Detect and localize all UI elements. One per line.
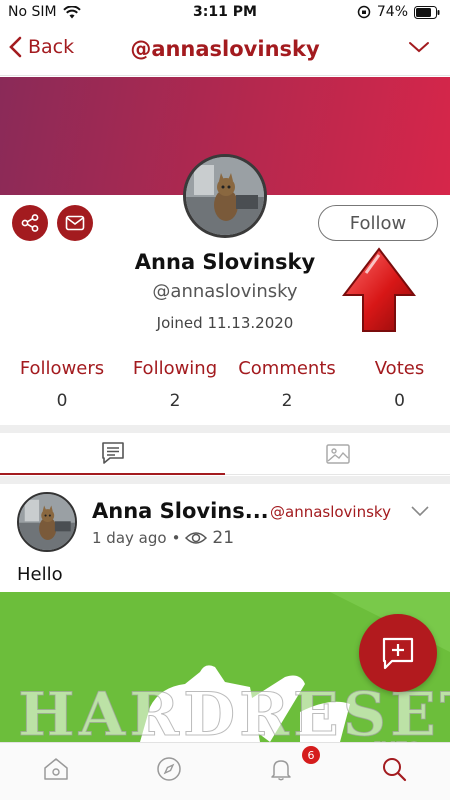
post-avatar[interactable] [17,492,77,552]
profile-stats: Followers 0 Following 2 Comments 2 Votes… [0,358,450,428]
tab-notifications[interactable] [263,751,299,787]
stat-label: Followers [19,358,105,379]
stat-value: 0 [56,391,68,411]
bell-icon [271,760,291,781]
stat-value: 2 [169,391,181,411]
meta-separator: • [171,529,181,547]
status-right: 74% [357,4,440,20]
content-tabs [0,433,450,475]
cat-photo [186,157,264,235]
stat-value: 2 [281,391,293,411]
chevron-down-icon[interactable] [410,505,430,517]
share-button[interactable] [12,205,48,241]
post-author-name[interactable]: Anna Slovins... [92,499,269,523]
tab-home[interactable] [38,751,74,787]
posts-icon [101,442,124,464]
orientation-lock-icon [357,5,371,19]
tab-explore[interactable] [151,751,187,787]
share-icon [21,214,39,232]
battery-percent: 74% [376,4,408,20]
tab-media[interactable] [225,433,450,475]
stat-label: Votes [374,358,425,379]
bottom-tab-bar [0,742,450,800]
new-post-icon [382,637,414,670]
stat-followers[interactable]: Followers 0 [14,358,110,411]
joined-date: Joined 11.13.2020 [156,314,294,332]
tab-search[interactable] [376,751,412,787]
tab-posts[interactable] [0,433,225,475]
profile-name: Anna Slovinsky [134,250,316,274]
profile-handle: @annaslovinsky [152,281,298,302]
notification-badge: 6 [302,746,320,764]
stat-votes[interactable]: Votes 0 [362,358,437,411]
stat-label: Comments [238,358,336,379]
status-bar: No SIM 3:11 PM 74% [0,0,450,26]
page-title: @annaslovinsky [130,37,320,61]
cat-photo [19,494,75,550]
post-text: Hello [17,564,63,585]
profile-avatar[interactable] [183,154,267,238]
stat-label: Following [132,358,218,379]
home-icon [44,758,68,780]
compass-icon [157,757,181,781]
compose-button[interactable] [359,614,437,692]
profile-screen: No SIM 3:11 PM 74% Back @annaslovinsky F… [0,0,450,800]
stat-following[interactable]: Following 2 [125,358,225,411]
navigation-bar: Back @annaslovinsky [0,26,450,76]
mail-icon [65,215,85,231]
chevron-down-icon[interactable] [408,40,430,54]
section-divider [0,425,450,433]
stat-value: 0 [394,391,405,411]
image-icon [325,444,350,464]
post-views: 21 [212,528,235,548]
follow-button[interactable]: Follow [318,205,438,241]
post-author-handle[interactable]: @annaslovinsky [270,503,391,521]
search-icon [383,758,407,782]
post-time: 1 day ago [92,529,167,547]
stat-comments[interactable]: Comments 2 [232,358,342,411]
battery-icon [414,5,440,19]
message-button[interactable] [57,205,93,241]
eye-icon [185,532,208,544]
section-divider [0,476,450,484]
post-meta: 1 day ago • 21 [92,528,234,548]
